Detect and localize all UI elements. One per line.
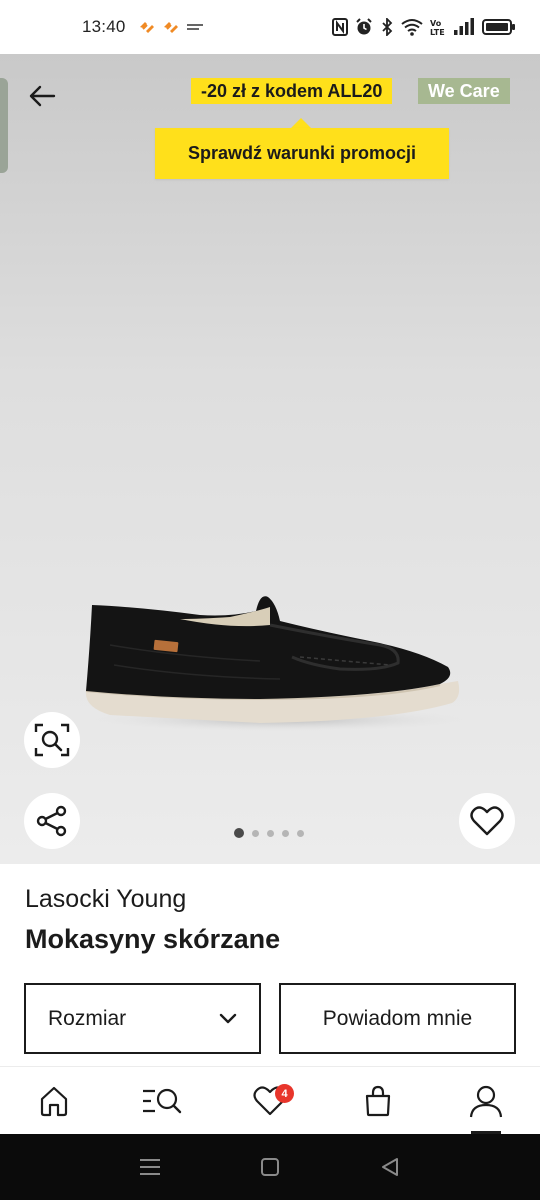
size-select-label: Rozmiar — [48, 1006, 127, 1030]
gallery-dot[interactable] — [267, 829, 274, 837]
gallery-dot[interactable] — [234, 828, 244, 838]
product-image — [85, 596, 470, 732]
gallery-pagination — [234, 828, 304, 838]
recent-apps-button[interactable] — [130, 1147, 170, 1187]
side-drawer-tab[interactable] — [0, 78, 8, 173]
alarm-icon — [356, 18, 372, 35]
promo-terms-tooltip[interactable]: Sprawdź warunki promocji — [155, 128, 449, 179]
volte-icon: VoLTE — [430, 19, 445, 36]
menu-icon — [140, 1159, 160, 1175]
share-button[interactable] — [24, 793, 80, 849]
back-system-button[interactable] — [370, 1147, 410, 1187]
status-time: 13:40 — [82, 17, 126, 36]
we-care-badge[interactable]: We Care — [418, 78, 510, 104]
home-system-button[interactable] — [250, 1147, 290, 1187]
app-notification-icon — [139, 22, 154, 33]
svg-text:LTE: LTE — [430, 28, 445, 36]
app-small-icon — [186, 24, 203, 30]
heart-icon — [470, 806, 504, 836]
triangle-back-icon — [382, 1158, 398, 1176]
share-icon — [36, 805, 67, 837]
signal-icon — [454, 18, 474, 35]
product-brand[interactable]: Lasocki Young — [25, 885, 186, 914]
bottom-nav: 4 — [0, 1066, 540, 1134]
square-icon — [261, 1158, 279, 1176]
wifi-icon — [401, 19, 423, 36]
status-right-icons: Vo LTE — [332, 18, 516, 36]
status-left-icons — [138, 20, 204, 34]
chevron-down-icon — [219, 1013, 237, 1025]
gallery-dot[interactable] — [297, 829, 304, 837]
promo-code-badge[interactable]: -20 zł z kodem ALL20 — [191, 78, 393, 104]
product-name: Mokasyny skórzane — [25, 924, 281, 954]
zoom-icon — [34, 723, 70, 757]
favorites-count-badge: 4 — [275, 1084, 294, 1103]
arrow-left-icon — [29, 85, 56, 107]
nav-search-menu[interactable] — [108, 1067, 216, 1134]
status-bar: 13:40 Vo LTE — [0, 0, 540, 54]
size-select[interactable]: Rozmiar — [24, 983, 261, 1054]
app-notification-icon — [163, 22, 178, 33]
add-to-favorites-button[interactable] — [459, 793, 515, 849]
system-navigation-bar — [0, 1134, 540, 1200]
bag-icon — [365, 1085, 391, 1116]
battery-icon — [482, 19, 515, 35]
nfc-icon — [332, 18, 348, 36]
nav-account[interactable] — [432, 1067, 540, 1134]
back-button[interactable] — [22, 78, 62, 114]
svg-text:Vo: Vo — [430, 19, 442, 28]
zoom-button[interactable] — [24, 712, 80, 768]
nav-favorites[interactable]: 4 — [216, 1067, 324, 1134]
user-icon — [469, 1085, 503, 1117]
home-icon — [40, 1086, 68, 1116]
search-menu-icon — [143, 1088, 182, 1113]
notify-me-button[interactable]: Powiadom mnie — [279, 983, 516, 1054]
gallery-dot[interactable] — [282, 829, 289, 837]
gallery-dot[interactable] — [252, 829, 259, 837]
bluetooth-icon — [382, 18, 393, 36]
nav-home[interactable] — [0, 1067, 108, 1134]
nav-cart[interactable] — [324, 1067, 432, 1134]
